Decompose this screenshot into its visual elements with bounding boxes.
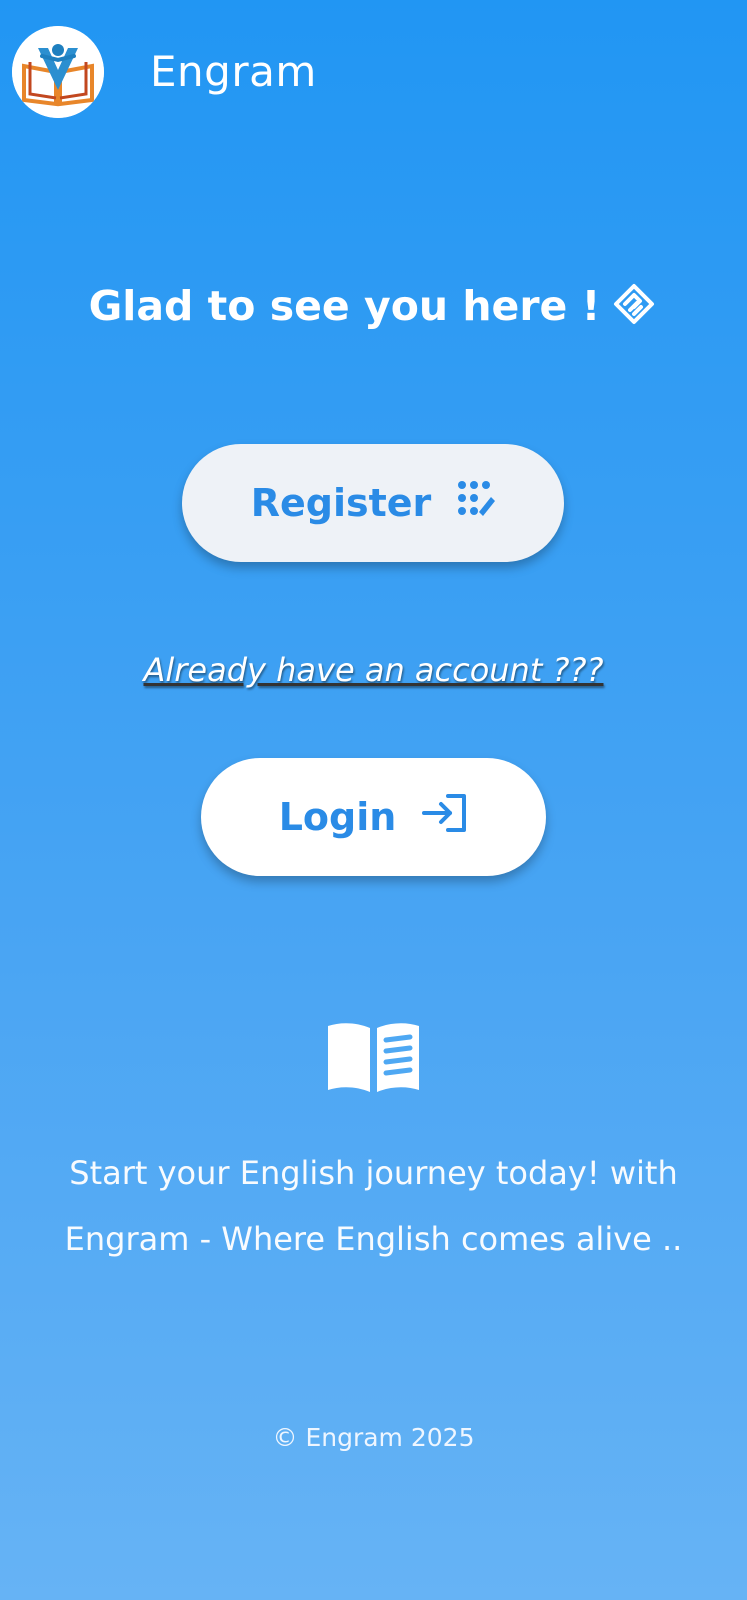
already-have-account-link[interactable]: Already have an account ??? xyxy=(0,648,747,692)
keypad-wand-icon xyxy=(455,479,496,528)
app-header: Engram xyxy=(0,0,747,140)
login-button-label: Login xyxy=(278,795,397,839)
login-arrow-icon xyxy=(420,793,468,842)
login-button[interactable]: Login xyxy=(201,758,546,876)
app-logo-icon xyxy=(12,26,104,118)
tagline: Start your English journey today! with E… xyxy=(0,1140,747,1272)
open-book-icon xyxy=(326,1020,421,1095)
greeting-heading: Glad to see you here ! xyxy=(0,278,747,334)
tagline-line-1: Start your English journey today! with xyxy=(69,1154,678,1192)
tagline-line-2: Engram - Where English comes alive .. xyxy=(64,1220,683,1258)
app-title: Engram xyxy=(150,47,317,96)
handshake-icon xyxy=(610,280,658,328)
book-reader-logo-icon xyxy=(12,26,104,118)
register-button-label: Register xyxy=(250,481,432,525)
greeting-text: Glad to see you here ! xyxy=(88,282,601,330)
register-button[interactable]: Register xyxy=(182,444,564,562)
copyright-text: © Engram 2025 xyxy=(272,1423,475,1452)
